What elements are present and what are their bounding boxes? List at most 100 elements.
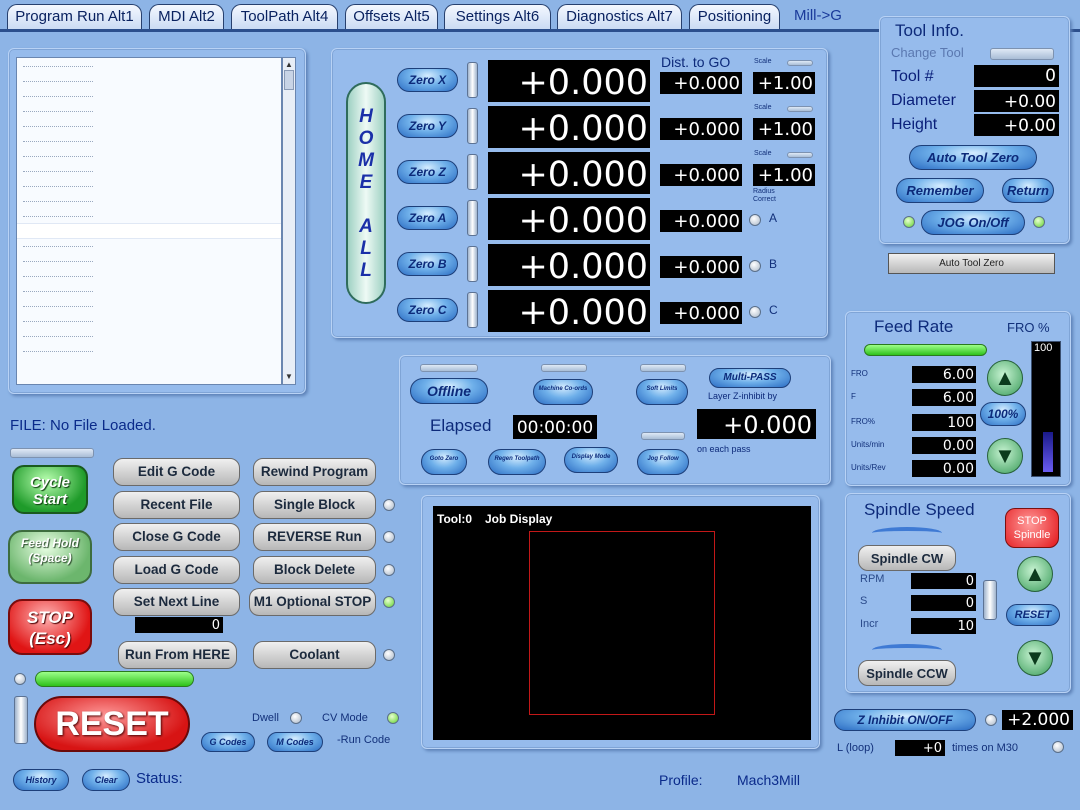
axis-z-slider[interactable]	[467, 154, 478, 190]
tool-number-value[interactable]: 0	[974, 65, 1059, 87]
zero-y-button[interactable]: Zero Y	[397, 114, 458, 138]
zero-a-button[interactable]: Zero A	[397, 206, 458, 230]
axis-z-value[interactable]: +0.000	[488, 152, 650, 194]
multipass-button[interactable]: Multi-PASS	[709, 368, 791, 388]
tab-0[interactable]: Program Run Alt1	[7, 4, 142, 30]
left-button-0[interactable]: Edit G Code	[113, 458, 240, 486]
tab-5[interactable]: Diagnostics Alt7	[557, 4, 682, 30]
right-button-1[interactable]: Single Block	[253, 491, 376, 519]
left-button-3[interactable]: Load G Code	[113, 556, 240, 584]
history-button[interactable]: History	[13, 769, 69, 791]
reset-button[interactable]: RESET	[34, 696, 190, 752]
reset-slider[interactable]	[14, 696, 28, 744]
right-button-5[interactable]: Coolant	[253, 641, 376, 669]
left-button-4[interactable]: Set Next Line	[113, 588, 240, 616]
spindle-ccw-button[interactable]: Spindle CCW	[858, 660, 956, 686]
profile-label: Profile:	[659, 772, 703, 788]
clear-button[interactable]: Clear	[82, 769, 130, 791]
axis-y-slider[interactable]	[467, 108, 478, 144]
z-inhibit-button[interactable]: Z Inhibit ON/OFF	[834, 709, 976, 731]
tab-4[interactable]: Settings Alt6	[444, 4, 551, 30]
fro-slider[interactable]: 100	[1031, 341, 1061, 477]
display-mode-button[interactable]: Display Mode	[564, 447, 618, 473]
spindle-down-arrow-icon[interactable]: ▼	[1017, 640, 1053, 676]
axis-x-scale-value[interactable]: +1.00	[753, 72, 815, 94]
m-codes-button[interactable]: M Codes	[267, 732, 323, 752]
spindle-row-label: RPM	[860, 573, 885, 585]
regen-toolpath-button[interactable]: Regen Toolpath	[488, 449, 546, 475]
home-all-button[interactable]: H O M E A L L	[346, 82, 386, 304]
axis-y-value[interactable]: +0.000	[488, 106, 650, 148]
zero-c-button[interactable]: Zero C	[397, 298, 458, 322]
axis-c-slider[interactable]	[467, 292, 478, 328]
axis-b-value[interactable]: +0.000	[488, 244, 650, 286]
right-button-2[interactable]: REVERSE Run	[253, 523, 376, 551]
auto-tool-zero-bar-button[interactable]: Auto Tool Zero	[888, 253, 1055, 274]
axis-b-slider[interactable]	[467, 246, 478, 282]
feed-row-value[interactable]: 6.00	[912, 366, 976, 383]
spindle-reset-button[interactable]: RESET	[1006, 604, 1060, 626]
tab-3[interactable]: Offsets Alt5	[345, 4, 438, 30]
z-inhibit-value[interactable]: +2.000	[1002, 710, 1073, 730]
offline-button[interactable]: Offline	[410, 378, 488, 404]
feed-row-value[interactable]: 100	[912, 414, 976, 431]
stop-spindle-button[interactable]: STOP Spindle	[1005, 508, 1059, 548]
right-button-3[interactable]: Block Delete	[253, 556, 376, 584]
scroll-up-icon[interactable]: ▲	[284, 60, 294, 70]
axis-x-slider[interactable]	[467, 62, 478, 98]
stop-esc-button[interactable]: STOP (Esc)	[8, 599, 92, 655]
axis-a-value[interactable]: +0.000	[488, 198, 650, 240]
feed-down-arrow-icon[interactable]: ▼	[987, 438, 1023, 474]
tab-6[interactable]: Positioning	[689, 4, 780, 30]
axis-a-slider[interactable]	[467, 200, 478, 236]
scroll-down-icon[interactable]: ▼	[284, 372, 294, 382]
feed-up-arrow-icon[interactable]: ▲	[987, 360, 1023, 396]
set-next-line-value[interactable]: 0	[135, 617, 223, 633]
tab-2[interactable]: ToolPath Alt4	[231, 4, 338, 30]
g-codes-button[interactable]: G Codes	[201, 732, 255, 752]
jog-onoff-button[interactable]: JOG On/Off	[921, 210, 1025, 235]
goto-zero-button[interactable]: Goto Zero	[421, 449, 467, 475]
feed-row-value[interactable]: 0.00	[912, 460, 976, 477]
axis-x-value[interactable]: +0.000	[488, 60, 650, 102]
feed-100-percent-button[interactable]: 100%	[980, 402, 1026, 426]
height-value[interactable]: +0.00	[974, 114, 1059, 136]
tab-1[interactable]: MDI Alt2	[149, 4, 224, 30]
left-button-1[interactable]: Recent File	[113, 491, 240, 519]
soft-limits-button[interactable]: Soft Limits	[636, 379, 688, 405]
axis-z-scale-value[interactable]: +1.00	[753, 164, 815, 186]
right-button-0[interactable]: Rewind Program	[253, 458, 376, 486]
left-button-5[interactable]: Run From HERE	[118, 641, 237, 669]
spindle-row-value[interactable]: 0	[911, 573, 976, 589]
cycle-start-button[interactable]: Cycle Start	[12, 465, 88, 514]
axis-c-value[interactable]: +0.000	[488, 290, 650, 332]
gcode-list[interactable]	[16, 57, 282, 385]
auto-tool-zero-button[interactable]: Auto Tool Zero	[909, 145, 1037, 170]
feed-row-value[interactable]: 0.00	[912, 437, 976, 454]
job-display-canvas[interactable]: Tool:0 Job Display	[433, 506, 811, 740]
right-button-4[interactable]: M1 Optional STOP	[249, 588, 376, 616]
spindle-up-arrow-icon[interactable]: ▲	[1017, 556, 1053, 592]
fro-max-label: 100	[1034, 342, 1053, 354]
feed-row-value[interactable]: 6.00	[912, 389, 976, 406]
jog-follow-button[interactable]: Jog Follow	[637, 449, 689, 475]
loop-value[interactable]: +0	[895, 740, 945, 756]
diameter-value[interactable]: +0.00	[974, 90, 1059, 112]
scroll-thumb[interactable]	[284, 70, 294, 90]
spindle-override-slider[interactable]	[983, 580, 997, 620]
remember-button[interactable]: Remember	[896, 178, 984, 203]
axis-y-scale-value[interactable]: +1.00	[753, 118, 815, 140]
feed-hold-button[interactable]: Feed Hold (Space)	[8, 530, 92, 584]
multipass-value[interactable]: +0.000	[697, 409, 816, 439]
spindle-row-value[interactable]: 0	[911, 595, 976, 611]
spindle-row-value[interactable]: 10	[911, 618, 976, 634]
machine-coords-button[interactable]: Machine Co-ords	[533, 379, 593, 405]
left-button-2[interactable]: Close G Code	[113, 523, 240, 551]
zero-z-button[interactable]: Zero Z	[397, 160, 458, 184]
zero-b-button[interactable]: Zero B	[397, 252, 458, 276]
spindle-cw-button[interactable]: Spindle CW	[858, 545, 956, 571]
return-button[interactable]: Return	[1002, 178, 1054, 203]
gcode-scrollbar[interactable]: ▲ ▼	[282, 57, 296, 385]
change-tool-button[interactable]	[990, 48, 1054, 60]
zero-x-button[interactable]: Zero X	[397, 68, 458, 92]
